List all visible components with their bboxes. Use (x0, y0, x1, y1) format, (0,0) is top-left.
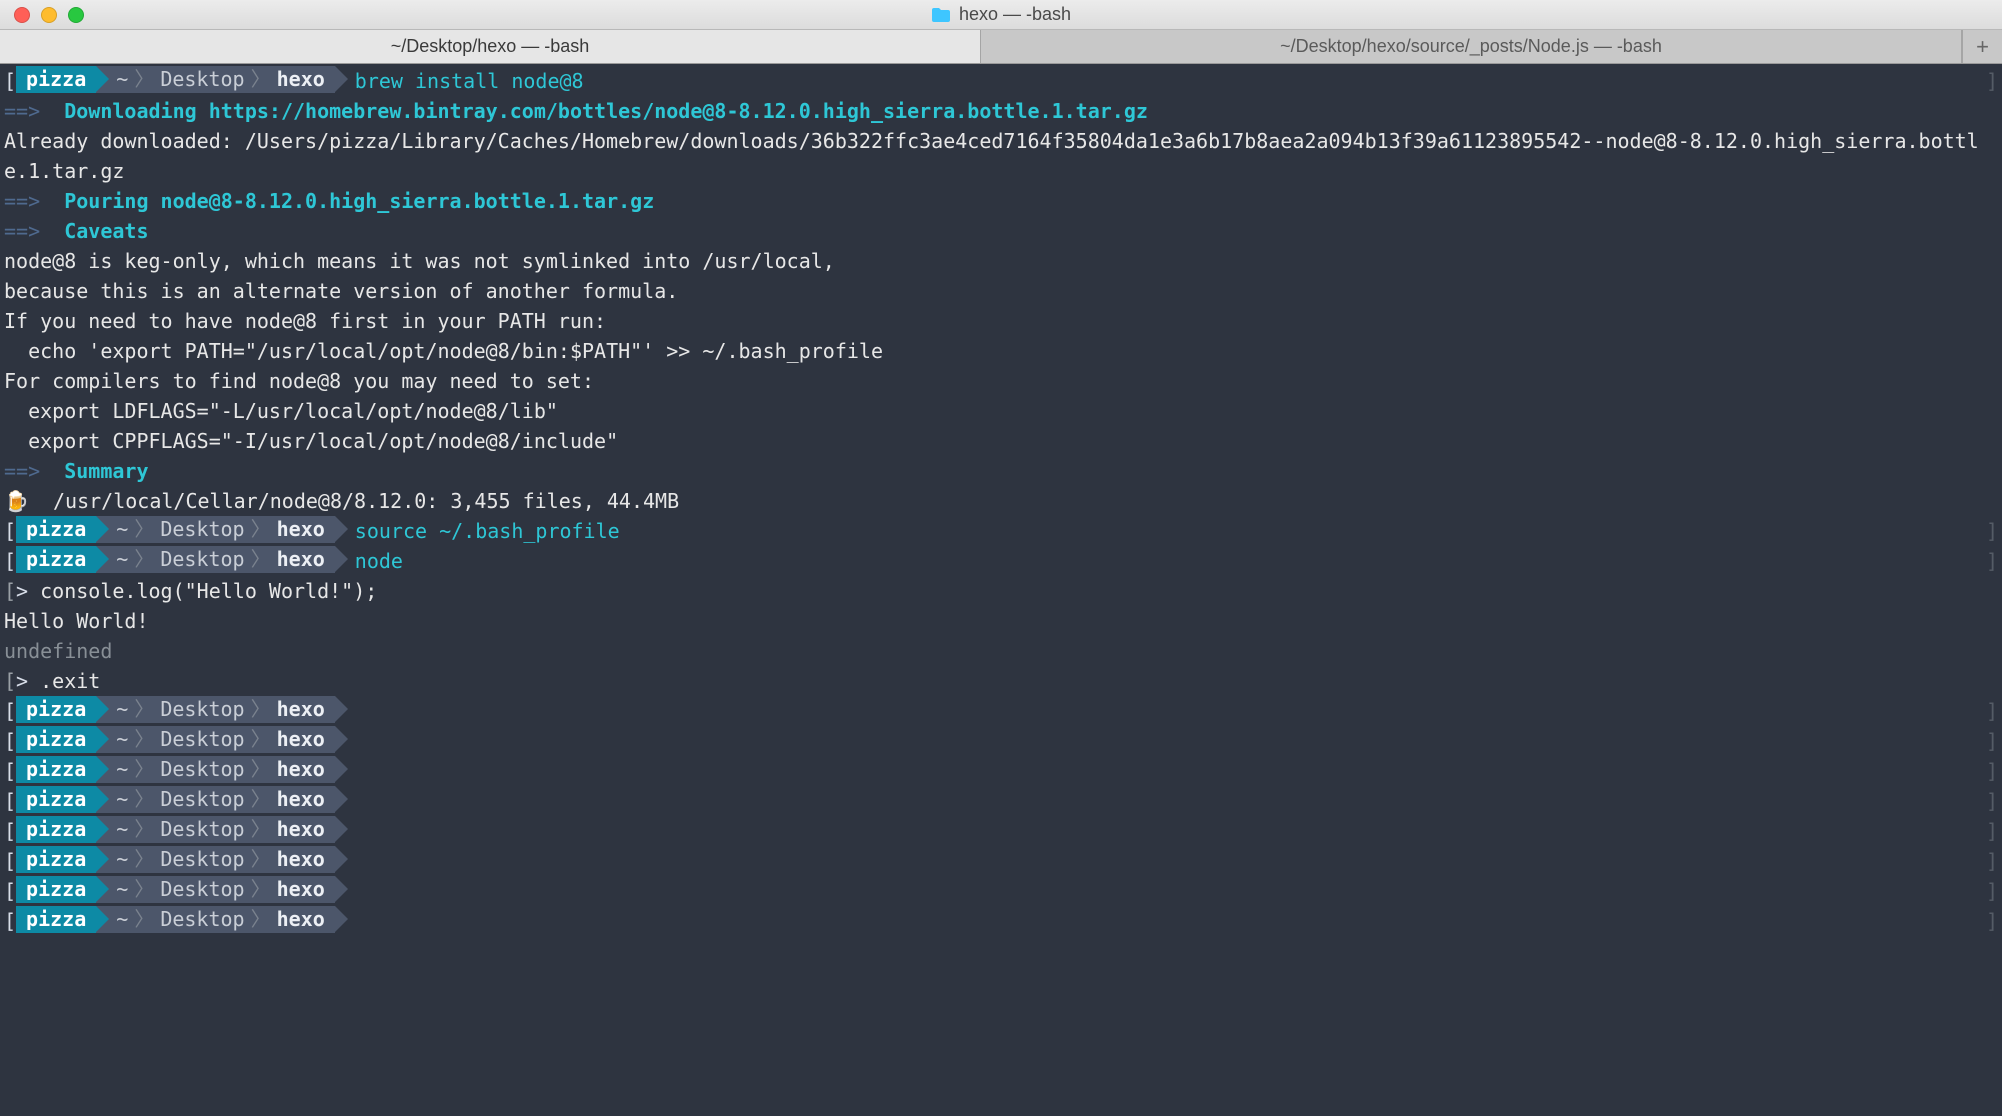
command-text: source ~/.bash_profile (335, 519, 620, 543)
prompt-path: ~〉Desktop〉hexo (96, 846, 335, 873)
tab-hexo-bash[interactable]: ~/Desktop/hexo — -bash (0, 30, 981, 63)
prompt-path: ~〉Desktop〉hexo (96, 786, 335, 813)
plus-icon: + (1976, 34, 1989, 60)
prompt-line: [pizza~〉Desktop〉hexo] (4, 876, 1998, 906)
repl-exit: [> .exit (4, 666, 1998, 696)
prompt-user: pizza (16, 66, 96, 93)
repl-input: [> console.log("Hello World!"); (4, 576, 1998, 606)
prompt-path: ~〉Desktop〉hexo (96, 756, 335, 783)
prompt-user: pizza (16, 906, 96, 933)
prompt-path: ~〉Desktop〉hexo (96, 516, 335, 543)
new-tab-button[interactable]: + (1962, 30, 2002, 63)
tab-bar: ~/Desktop/hexo — -bash ~/Desktop/hexo/so… (0, 30, 2002, 64)
prompt-user: pizza (16, 696, 96, 723)
brew-caveats-line: If you need to have node@8 first in your… (4, 306, 1998, 336)
prompt-line: [pizza~〉Desktop〉hexo] (4, 906, 1998, 936)
brew-arrow: ==> (4, 99, 40, 123)
prompt-line: [pizza~〉Desktop〉hexosource ~/.bash_profi… (4, 516, 1998, 546)
prompt-path: ~〉Desktop〉hexo (96, 696, 335, 723)
prompt-line: [pizza~〉Desktop〉hexo] (4, 696, 1998, 726)
prompt-line: [pizza~〉Desktop〉hexo] (4, 726, 1998, 756)
repl-undefined: undefined (4, 636, 1998, 666)
prompt-user: pizza (16, 546, 96, 573)
maximize-button[interactable] (68, 7, 84, 23)
window-title: hexo — -bash (959, 4, 1071, 25)
prompt-path: ~〉Desktop〉hexo (96, 816, 335, 843)
brew-caveats-line: export CPPFLAGS="-I/usr/local/opt/node@8… (4, 426, 1998, 456)
prompt-user: pizza (16, 876, 96, 903)
prompt-path: ~〉Desktop〉hexo (96, 546, 335, 573)
prompt-user: pizza (16, 846, 96, 873)
window-controls (0, 7, 84, 23)
brew-downloading: Downloading https://homebrew.bintray.com… (64, 99, 1148, 123)
prompt-path: ~〉Desktop〉hexo (96, 906, 335, 933)
folder-icon (931, 7, 951, 23)
prompt-path: ~〉Desktop〉hexo (96, 66, 335, 93)
brew-pouring: Pouring node@8-8.12.0.high_sierra.bottle… (64, 189, 654, 213)
prompt-user: pizza (16, 726, 96, 753)
close-button[interactable] (14, 7, 30, 23)
titlebar: hexo — -bash (0, 0, 2002, 30)
prompt-line: [pizza~〉Desktop〉hexo] (4, 756, 1998, 786)
terminal-output[interactable]: [pizza~〉Desktop〉hexobrew install node@8]… (0, 64, 2002, 1116)
prompt-path: ~〉Desktop〉hexo (96, 726, 335, 753)
repl-output: Hello World! (4, 606, 1998, 636)
prompt-user: pizza (16, 516, 96, 543)
brew-caveats-line: For compilers to find node@8 you may nee… (4, 366, 1998, 396)
brew-already-downloaded: Already downloaded: /Users/pizza/Library… (4, 126, 1998, 186)
prompt-line: [pizza~〉Desktop〉hexo] (4, 786, 1998, 816)
prompt-user: pizza (16, 786, 96, 813)
prompt-line: [pizza~〉Desktop〉hexobrew install node@8] (4, 66, 1998, 96)
minimize-button[interactable] (41, 7, 57, 23)
command-text: brew install node@8 (335, 69, 584, 93)
brew-summary: 🍺 /usr/local/Cellar/node@8/8.12.0: 3,455… (4, 486, 1998, 516)
brew-summary-header: Summary (64, 459, 148, 483)
prompt-line: [pizza~〉Desktop〉hexo] (4, 816, 1998, 846)
brew-caveats-header: Caveats (64, 219, 148, 243)
brew-caveats-line: because this is an alternate version of … (4, 276, 1998, 306)
prompt-user: pizza (16, 816, 96, 843)
prompt-path: ~〉Desktop〉hexo (96, 876, 335, 903)
brew-caveats-line: export LDFLAGS="-L/usr/local/opt/node@8/… (4, 396, 1998, 426)
tab-label: ~/Desktop/hexo/source/_posts/Node.js — -… (1280, 36, 1662, 57)
brew-caveats-line: node@8 is keg-only, which means it was n… (4, 246, 1998, 276)
tab-label: ~/Desktop/hexo — -bash (391, 36, 590, 57)
brew-caveats-line: echo 'export PATH="/usr/local/opt/node@8… (4, 336, 1998, 366)
prompt-line: [pizza~〉Desktop〉hexo] (4, 846, 1998, 876)
prompt-line: [pizza~〉Desktop〉hexonode] (4, 546, 1998, 576)
prompt-user: pizza (16, 756, 96, 783)
tab-nodejs-bash[interactable]: ~/Desktop/hexo/source/_posts/Node.js — -… (981, 30, 1962, 63)
